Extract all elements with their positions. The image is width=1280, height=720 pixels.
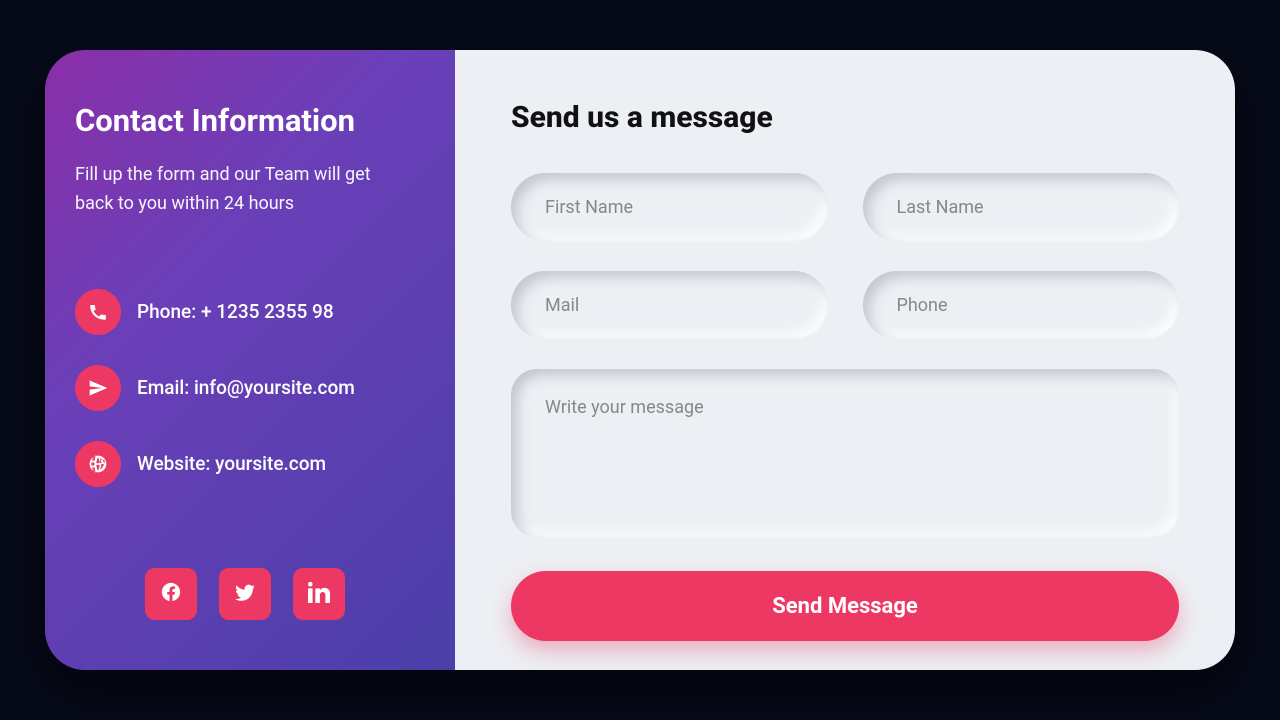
linkedin-button[interactable] — [293, 568, 345, 620]
linkedin-icon — [308, 581, 330, 607]
info-panel: Contact Information Fill up the form and… — [45, 50, 455, 670]
email-row: Email: info@yoursite.com — [75, 365, 425, 411]
website-text: Website: yoursite.com — [137, 452, 326, 475]
info-title: Contact Information — [75, 102, 425, 139]
mail-field[interactable] — [511, 271, 828, 339]
form-panel: Send us a message Send Message — [455, 50, 1235, 670]
globe-icon — [75, 441, 121, 487]
twitter-button[interactable] — [219, 568, 271, 620]
last-name-field[interactable] — [863, 173, 1180, 241]
form-title: Send us a message — [511, 100, 1179, 135]
website-row: Website: yoursite.com — [75, 441, 425, 487]
phone-field[interactable] — [863, 271, 1180, 339]
first-name-field[interactable] — [511, 173, 828, 241]
phone-row: Phone: + 1235 2355 98 — [75, 289, 425, 335]
facebook-button[interactable] — [145, 568, 197, 620]
form-grid — [511, 173, 1179, 339]
contact-card: Contact Information Fill up the form and… — [45, 50, 1235, 670]
message-field[interactable] — [511, 369, 1179, 537]
phone-text: Phone: + 1235 2355 98 — [137, 300, 334, 323]
phone-icon — [75, 289, 121, 335]
twitter-icon — [234, 581, 256, 607]
paper-plane-icon — [75, 365, 121, 411]
facebook-icon — [160, 581, 182, 607]
send-message-button[interactable]: Send Message — [511, 571, 1179, 641]
info-subtitle: Fill up the form and our Team will get b… — [75, 161, 395, 219]
social-row — [75, 568, 425, 620]
email-text: Email: info@yoursite.com — [137, 376, 355, 399]
